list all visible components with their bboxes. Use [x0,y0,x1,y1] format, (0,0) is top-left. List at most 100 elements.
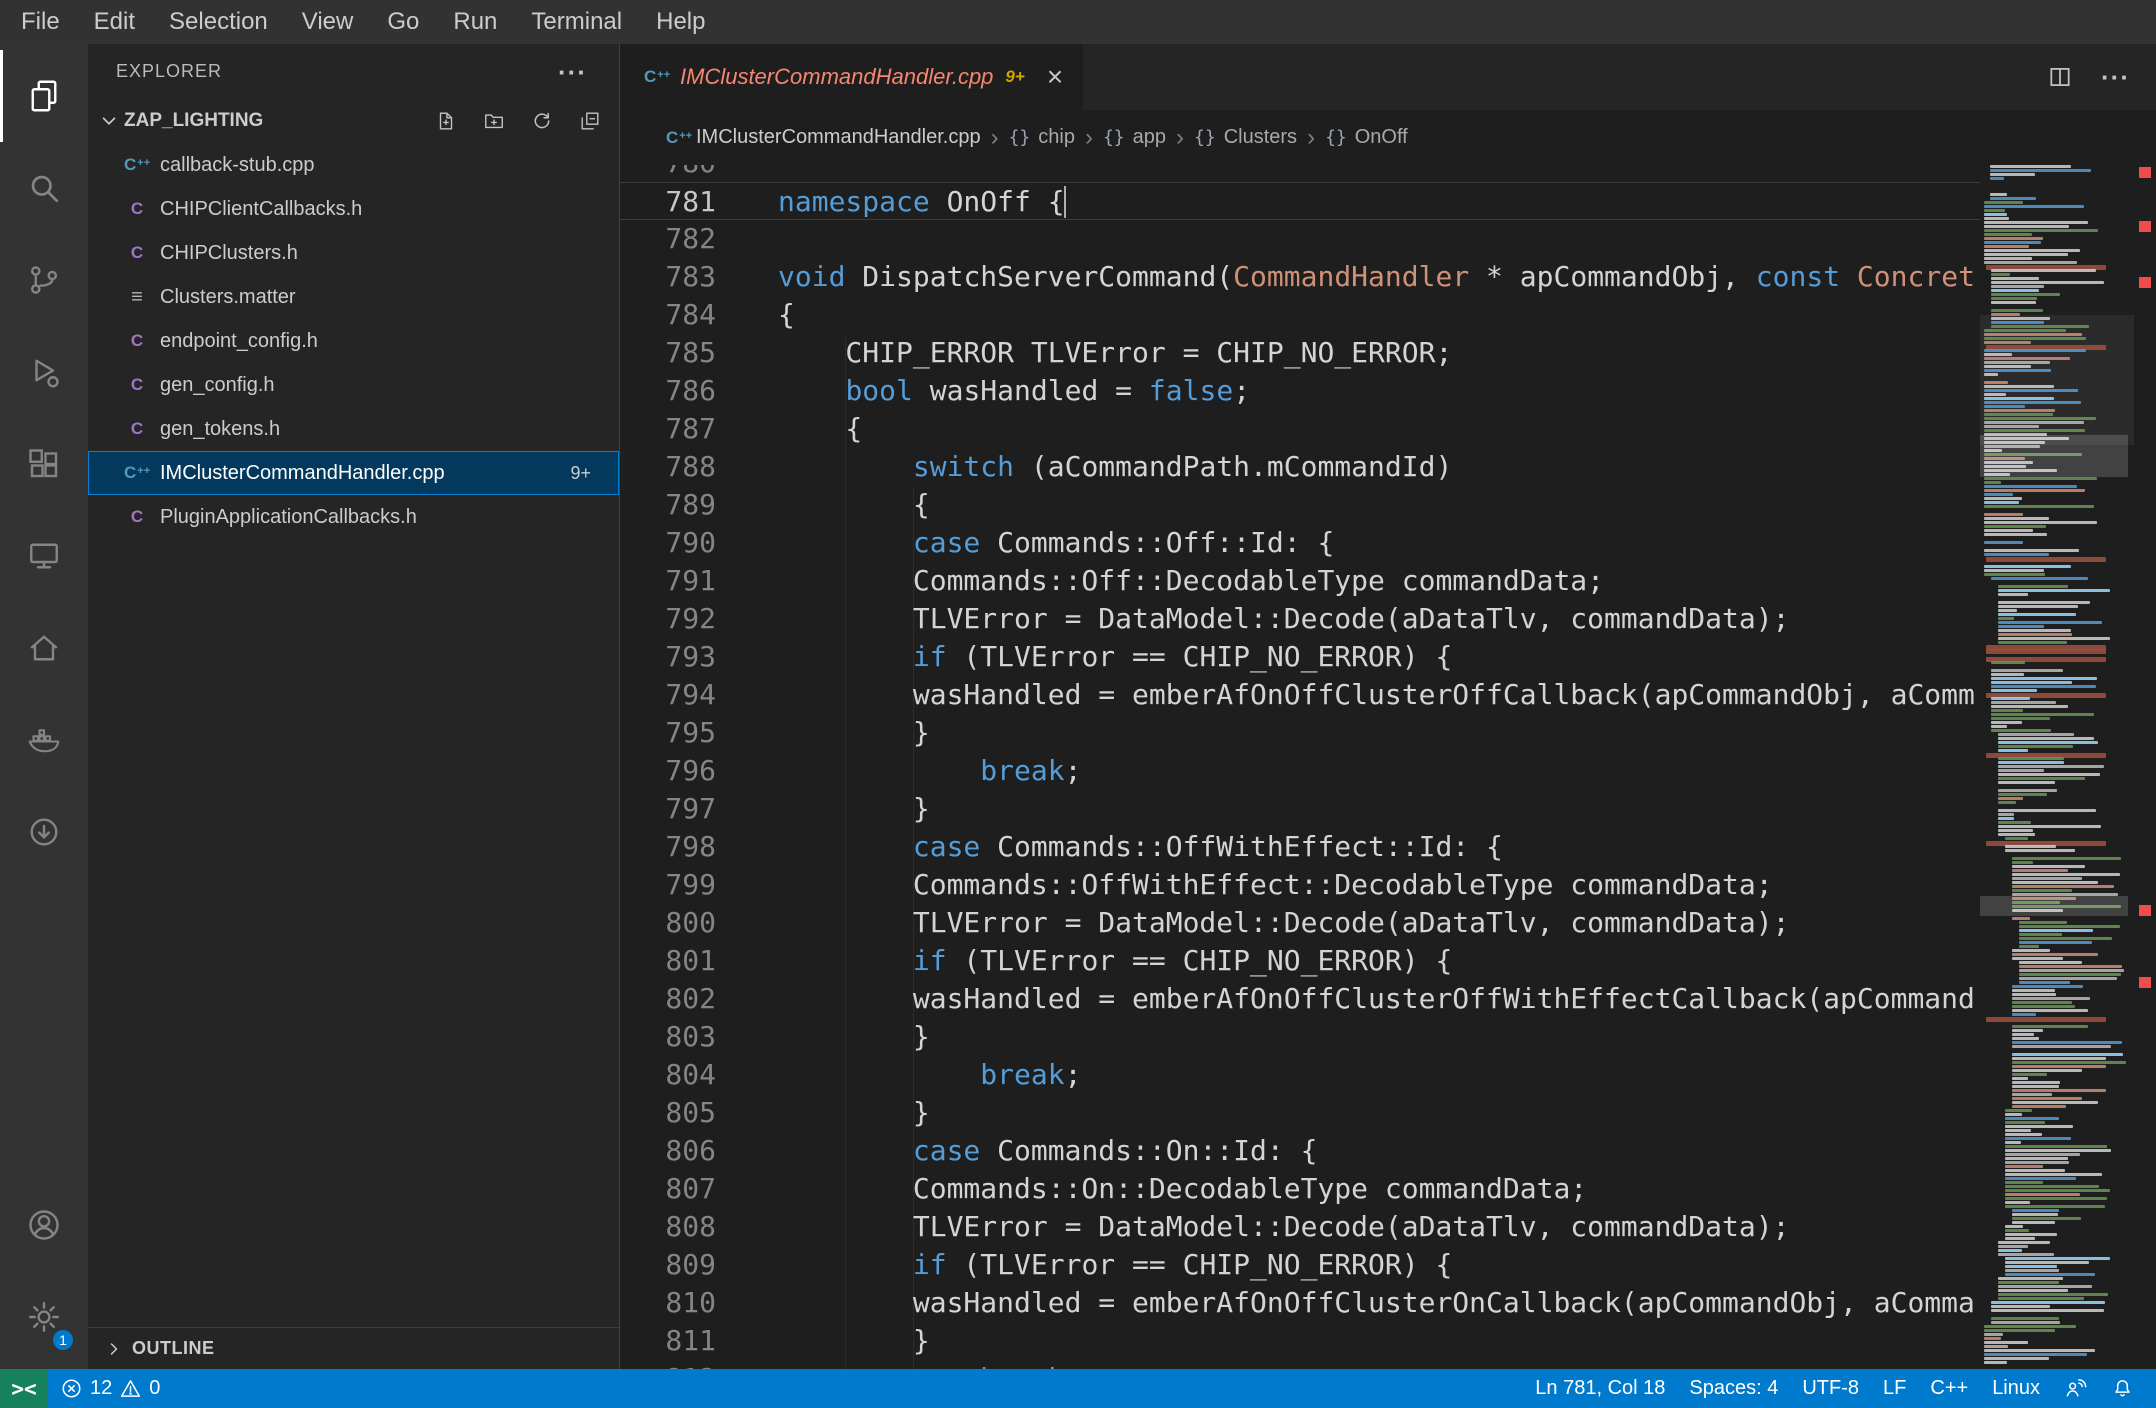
views-more-actions-icon[interactable]: ··· [558,59,587,85]
code-line-801[interactable]: 801 if (TLVError == CHIP_NO_ERROR) { [620,942,1980,980]
h-file-icon: C [130,507,144,526]
code-line-800[interactable]: 800 TLVError = DataModel::Decode(aDataTl… [620,904,1980,942]
breadcrumb-symbol-app[interactable]: {} app [1103,126,1166,149]
code-line-804[interactable]: 804 break; [620,1056,1980,1094]
code-line-789[interactable]: 789 { [620,486,1980,524]
scrollbar-overview-ruler[interactable] [2134,165,2156,1369]
language-status[interactable]: C++ [1918,1377,1980,1400]
code-line-795[interactable]: 795 } [620,714,1980,752]
extensions-icon[interactable] [0,418,88,510]
menu-item-terminal[interactable]: Terminal [514,0,639,44]
source-control-icon[interactable] [0,234,88,326]
code-line-812[interactable]: 812 break; [620,1360,1980,1369]
code-line-791[interactable]: 791 Commands::Off::DecodableType command… [620,562,1980,600]
split-editor-icon[interactable] [2047,64,2073,90]
search-icon[interactable] [0,142,88,234]
code-line-810[interactable]: 810 wasHandled = emberAfOnOffClusterOnCa… [620,1284,1980,1322]
code-line-786[interactable]: 786 bool wasHandled = false; [620,372,1980,410]
code-text: Commands::OffWithEffect::DecodableType c… [778,868,1773,901]
code-line-811[interactable]: 811 } [620,1322,1980,1360]
code-line-799[interactable]: 799 Commands::OffWithEffect::DecodableTy… [620,866,1980,904]
breadcrumb-symbol-clusters[interactable]: {} Clusters [1194,126,1297,149]
file-item-CHIPClusters.h[interactable]: C CHIPClusters.h [88,231,619,275]
file-item-gen_tokens.h[interactable]: Cgen_tokens.h [88,407,619,451]
code-line-796[interactable]: 796 break; [620,752,1980,790]
menu-item-file[interactable]: File [4,0,77,44]
new-file-icon[interactable] [435,110,457,132]
code-line-790[interactable]: 790 case Commands::Off::Id: { [620,524,1980,562]
collapse-all-icon[interactable] [579,110,601,132]
code-line-785[interactable]: 785 CHIP_ERROR TLVError = CHIP_NO_ERROR; [620,334,1980,372]
code-line-797[interactable]: 797 } [620,790,1980,828]
code-line-809[interactable]: 809 if (TLVError == CHIP_NO_ERROR) { [620,1246,1980,1284]
file-item-callback-stub.cpp[interactable]: C++ callback-stub.cpp [88,143,619,187]
menu-item-run[interactable]: Run [436,0,514,44]
code-line-792[interactable]: 792 TLVError = DataModel::Decode(aDataTl… [620,600,1980,638]
code-line-803[interactable]: 803 } [620,1018,1980,1056]
feedback-icon[interactable] [2052,1377,2099,1400]
minimap[interactable] [1980,165,2134,1369]
file-item-CHIPClientCallbacks.h[interactable]: C CHIPClientCallbacks.h [88,187,619,231]
menu-item-edit[interactable]: Edit [77,0,152,44]
code-editor[interactable]: 780 781 namespace OnOff {782 783 void Dispat… [620,165,2156,1369]
code-line-782[interactable]: 782 [620,220,1980,258]
line-number: 809 [665,1248,716,1281]
tab-imclustercommandhandler[interactable]: C++ IMClusterCommandHandler.cpp 9+ × [620,44,1084,110]
code-text: wasHandled = emberAfOnOffClusterOnCallba… [778,1286,1975,1319]
chevron-down-icon [102,117,116,125]
code-line-781[interactable]: 781 namespace OnOff { [620,182,1980,220]
code-line-802[interactable]: 802 wasHandled = emberAfOnOffClusterOffW… [620,980,1980,1018]
breadcrumb-separator-icon: › [1307,123,1316,151]
code-line-806[interactable]: 806 case Commands::On::Id: { [620,1132,1980,1170]
editor-more-actions-icon[interactable]: ··· [2101,64,2130,90]
docker-icon[interactable] [0,694,88,786]
eol-status[interactable]: LF [1871,1377,1918,1400]
file-item-PluginApplicationCallbacks.h[interactable]: C PluginApplicationCallbacks.h [88,495,619,539]
outline-section-header[interactable]: OUTLINE [88,1327,619,1369]
menu-item-go[interactable]: Go [370,0,436,44]
code-line-805[interactable]: 805 } [620,1094,1980,1132]
code-line-780[interactable]: 780 [620,165,1980,182]
menu-item-view[interactable]: View [285,0,371,44]
code-line-798[interactable]: 798 case Commands::OffWithEffect::Id: { [620,828,1980,866]
file-item-endpoint_config.h[interactable]: Cendpoint_config.h [88,319,619,363]
file-item-gen_config.h[interactable]: Cgen_config.h [88,363,619,407]
circle-arrow-icon[interactable] [0,786,88,878]
new-folder-icon[interactable] [483,110,505,132]
folder-section-header[interactable]: ZAP_LIGHTING [88,99,619,143]
menu-item-selection[interactable]: Selection [152,0,285,44]
accounts-icon[interactable] [0,1179,88,1271]
close-icon[interactable]: × [1047,63,1063,91]
explorer-icon[interactable] [0,50,88,142]
run-debug-icon[interactable] [0,326,88,418]
encoding-status[interactable]: UTF-8 [1790,1377,1871,1400]
breadcrumb-symbol-onoff[interactable]: {} OnOff [1325,126,1408,149]
notifications-bell-icon[interactable] [2099,1377,2146,1400]
code-line-783[interactable]: 783 void DispatchServerCommand(CommandHan… [620,258,1980,296]
file-item-Clusters.matter[interactable]: ≡ Clusters.matter [88,275,619,319]
refresh-icon[interactable] [531,110,553,132]
problems-status[interactable]: 12 0 [48,1369,172,1408]
file-item-IMClusterCommandHandler.cpp[interactable]: C++ IMClusterCommandHandler.cpp 9+ [88,451,619,495]
menu-item-help[interactable]: Help [639,0,722,44]
tab-bar: C++ IMClusterCommandHandler.cpp 9+ × ··· [620,44,2156,110]
line-number: 791 [665,564,716,597]
code-line-784[interactable]: 784 { [620,296,1980,334]
remote-os-status[interactable]: Linux [1980,1377,2052,1400]
code-line-794[interactable]: 794 wasHandled = emberAfOnOffClusterOffC… [620,676,1980,714]
code-line-807[interactable]: 807 Commands::On::DecodableType commandD… [620,1170,1980,1208]
code-line-808[interactable]: 808 TLVError = DataModel::Decode(aDataTl… [620,1208,1980,1246]
code-line-788[interactable]: 788 switch (aCommandPath.mCommandId) [620,448,1980,486]
cursor-position-status[interactable]: Ln 781, Col 18 [1523,1377,1677,1400]
code-line-787[interactable]: 787 { [620,410,1980,448]
code-line-793[interactable]: 793 if (TLVError == CHIP_NO_ERROR) { [620,638,1980,676]
file-name: callback-stub.cpp [160,153,315,176]
breadcrumb-file[interactable]: C++ IMClusterCommandHandler.cpp [666,126,981,149]
breadcrumb-symbol-chip[interactable]: {} chip [1009,126,1075,149]
line-number: 797 [665,792,716,825]
remote-explorer-icon[interactable] [0,510,88,602]
settings-gear-icon[interactable]: 1 [0,1271,88,1363]
indentation-status[interactable]: Spaces: 4 [1677,1377,1790,1400]
remote-indicator[interactable]: >< [0,1369,48,1408]
home-icon[interactable] [0,602,88,694]
